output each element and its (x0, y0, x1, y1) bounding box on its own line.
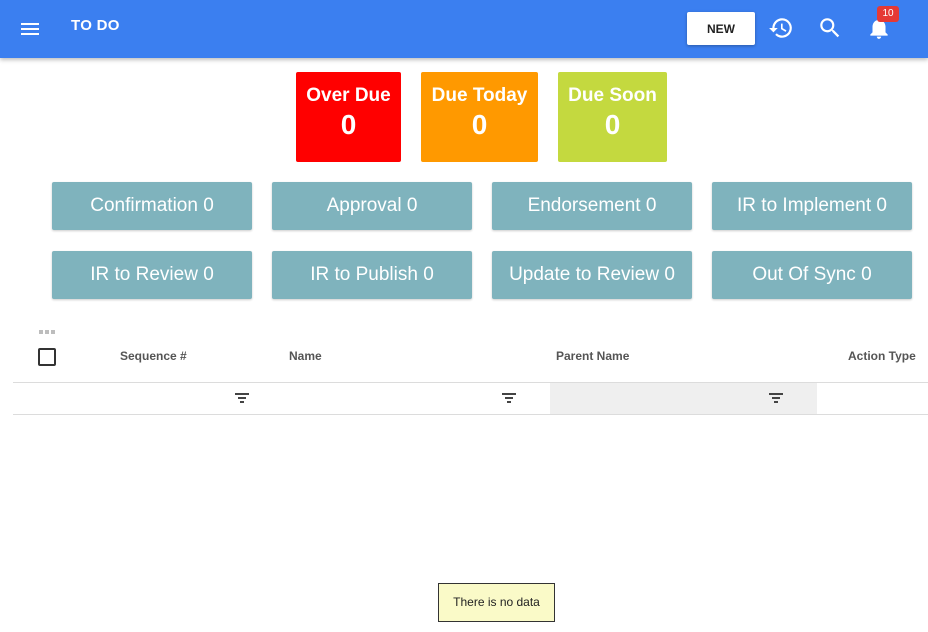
filter-icon[interactable] (768, 392, 784, 404)
filter-row (13, 383, 928, 415)
out-of-sync-button[interactable]: Out Of Sync 0 (712, 251, 912, 299)
filter-icon[interactable] (234, 392, 250, 404)
tile-over-due[interactable]: Over Due 0 (296, 72, 401, 162)
new-button[interactable]: NEW (687, 12, 755, 45)
empty-message: There is no data (438, 583, 555, 622)
tile-count: 0 (340, 109, 357, 140)
column-header-name[interactable]: Name (289, 349, 322, 363)
ir-to-implement-button[interactable]: IR to Implement 0 (712, 182, 912, 230)
tile-count: 0 (604, 109, 621, 140)
search-icon[interactable] (817, 15, 843, 41)
ir-to-publish-button[interactable]: IR to Publish 0 (272, 251, 472, 299)
group-panel-handle[interactable] (39, 321, 57, 334)
tile-count: 0 (471, 109, 488, 140)
tile-label: Due Today (431, 85, 528, 106)
column-header-sequence[interactable]: Sequence # (120, 349, 187, 363)
ir-to-review-button[interactable]: IR to Review 0 (52, 251, 252, 299)
endorsement-button[interactable]: Endorsement 0 (492, 182, 692, 230)
column-header-action-type[interactable]: Action Type (848, 349, 916, 363)
menu-icon[interactable] (18, 17, 42, 41)
tile-due-today[interactable]: Due Today 0 (421, 72, 538, 162)
tile-label: Due Soon (568, 85, 657, 106)
column-header-parent-name[interactable]: Parent Name (556, 349, 629, 363)
page-title: TO DO (71, 17, 120, 34)
app-bar: TO DO NEW 10 (0, 0, 928, 58)
tile-label: Over Due (306, 85, 391, 106)
notification-badge: 10 (877, 6, 899, 22)
confirmation-button[interactable]: Confirmation 0 (52, 182, 252, 230)
grid-header: Sequence # Name Parent Name Action Type (13, 334, 928, 383)
select-all-checkbox[interactable] (38, 348, 56, 366)
tile-due-soon[interactable]: Due Soon 0 (558, 72, 667, 162)
approval-button[interactable]: Approval 0 (272, 182, 472, 230)
filter-icon[interactable] (501, 392, 517, 404)
history-icon[interactable] (768, 15, 794, 41)
update-to-review-button[interactable]: Update to Review 0 (492, 251, 692, 299)
